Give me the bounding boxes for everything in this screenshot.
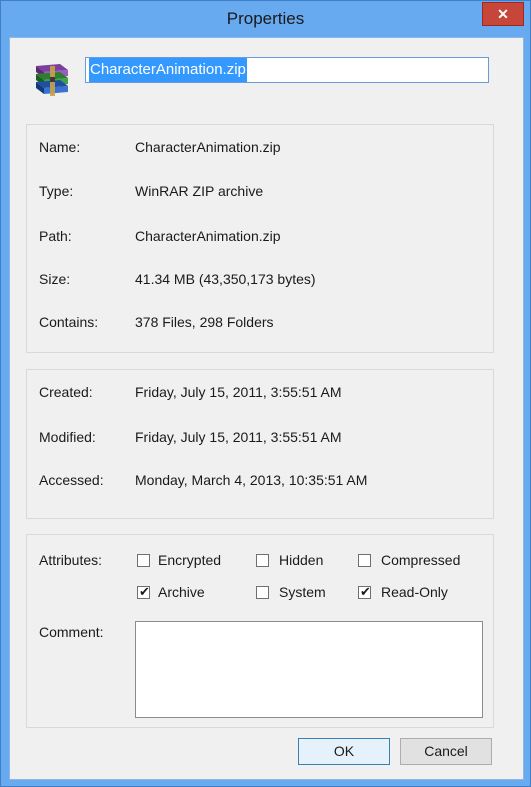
read-only-label: Read-Only (381, 584, 448, 600)
ok-button[interactable]: OK (298, 738, 390, 765)
system-checkbox[interactable] (256, 586, 269, 599)
modified-label: Modified: (39, 429, 96, 445)
hidden-label: Hidden (279, 552, 324, 568)
read-only-checkbox[interactable]: ✔ (358, 584, 371, 599)
winrar-archive-icon (36, 64, 68, 96)
modified-value: Friday, July 15, 2011, 3:55:51 AM (135, 429, 342, 445)
file-name-selection: CharacterAnimation.zip (89, 58, 247, 82)
read-only-checkmark: ✔ (360, 584, 371, 599)
archive-checkbox[interactable]: ✔ (137, 584, 150, 599)
encrypted-label: Encrypted (158, 552, 222, 568)
created-label: Created: (39, 384, 93, 400)
close-button[interactable]: ✕ (482, 2, 524, 26)
dialog-body: CharacterAnimation.zip Name: CharacterAn… (9, 37, 524, 780)
compressed-label: Compressed (381, 552, 461, 568)
archive-label: Archive (158, 584, 205, 600)
dates-group: Created: Friday, July 15, 2011, 3:55:51 … (26, 369, 494, 519)
file-name-field[interactable]: CharacterAnimation.zip (85, 57, 489, 83)
size-value: 41.34 MB (43,350,173 bytes) (135, 271, 316, 287)
window-title: Properties (226, 9, 305, 28)
name-value: CharacterAnimation.zip (135, 139, 281, 155)
comment-textarea[interactable] (135, 621, 483, 718)
created-value: Friday, July 15, 2011, 3:55:51 AM (135, 384, 342, 400)
contains-label: Contains: (39, 314, 99, 330)
archive-checkmark: ✔ (139, 584, 150, 599)
path-value: CharacterAnimation.zip (135, 228, 281, 244)
title-bar[interactable]: Properties ✕ (1, 1, 530, 37)
compressed-checkbox[interactable] (358, 554, 371, 567)
size-label: Size: (39, 271, 71, 287)
attributes-label: Attributes: (39, 552, 103, 568)
system-label: System (279, 584, 326, 600)
contains-value: 378 Files, 298 Folders (135, 314, 274, 330)
type-value: WinRAR ZIP archive (135, 183, 264, 199)
path-label: Path: (39, 228, 72, 244)
cancel-button[interactable]: Cancel (400, 738, 492, 765)
hidden-checkbox[interactable] (256, 554, 269, 567)
type-label: Type: (39, 183, 74, 199)
name-label: Name: (39, 139, 81, 155)
accessed-label: Accessed: (39, 472, 104, 488)
attributes-group: Attributes: Encrypted Hidden Compressed … (26, 534, 494, 728)
encrypted-checkbox[interactable] (137, 554, 150, 567)
comment-label: Comment: (39, 624, 104, 640)
properties-window: Properties ✕ CharacterAnimation.zip Name… (0, 0, 531, 787)
general-info-group: Name: CharacterAnimation.zip Type: WinRA… (26, 124, 494, 353)
accessed-value: Monday, March 4, 2013, 10:35:51 AM (135, 472, 368, 488)
close-icon: ✕ (497, 6, 509, 22)
